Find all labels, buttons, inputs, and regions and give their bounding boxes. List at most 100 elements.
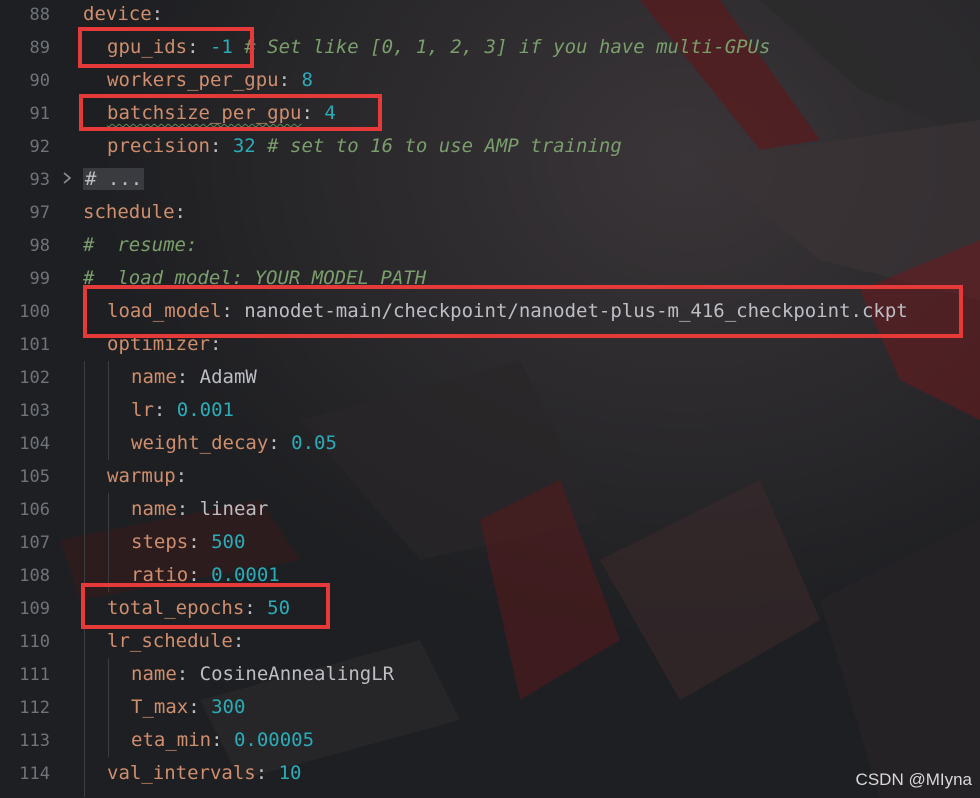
code-text[interactable]: warmup: [107, 463, 187, 489]
indent-guide [108, 493, 109, 592]
yaml-value: linear [199, 498, 269, 520]
line-number: 106 [19, 500, 50, 520]
code-text[interactable]: workers_per_gpu: 8 [107, 67, 313, 93]
line-number: 92 [29, 137, 50, 157]
line-number: 98 [29, 236, 50, 256]
yaml-separator: : [151, 3, 164, 25]
yaml-separator: : [268, 432, 292, 454]
yaml-separator: : [176, 663, 200, 685]
yaml-separator: : [209, 135, 233, 157]
code-line[interactable]: 112 T_max: 300 [0, 693, 980, 726]
yaml-separator: : [153, 399, 177, 421]
code-line[interactable]: 104 weight_decay: 0.05 [0, 429, 980, 462]
yaml-key: precision [107, 135, 210, 157]
yaml-value: 300 [211, 696, 246, 718]
line-number: 110 [19, 632, 50, 652]
line-number: 112 [19, 698, 50, 718]
yaml-value: 500 [211, 531, 246, 553]
yaml-separator: : [232, 630, 245, 652]
yaml-separator: : [176, 366, 200, 388]
code-line[interactable]: 93 # ... [0, 165, 980, 198]
line-number: 100 [19, 302, 50, 322]
folded-region[interactable]: # ... [83, 168, 145, 190]
yaml-key: workers_per_gpu [107, 69, 279, 91]
code-line[interactable]: 102 name: AdamW [0, 363, 980, 396]
code-line[interactable]: 103 lr: 0.001 [0, 396, 980, 429]
yaml-key: T_max [131, 696, 189, 718]
code-line[interactable]: 114 val_intervals: 10 [0, 759, 980, 792]
yaml-separator: : [175, 465, 188, 487]
yaml-value: 10 [278, 762, 302, 784]
line-number: 90 [29, 71, 50, 91]
line-number: 105 [19, 467, 50, 487]
chevron-right-icon[interactable] [62, 170, 72, 189]
yaml-separator: : [188, 531, 212, 553]
highlight-box-total-epochs [81, 583, 330, 629]
line-number: 109 [19, 599, 50, 619]
code-text[interactable]: # resume: [83, 232, 197, 258]
watermark: CSDN @MIyna [855, 770, 972, 789]
yaml-value: 0.00005 [233, 729, 315, 751]
highlight-box-batchsize [79, 94, 382, 131]
yaml-key: name [131, 663, 177, 685]
code-text[interactable]: schedule: [83, 199, 186, 225]
yaml-separator: : [255, 762, 279, 784]
code-line[interactable]: 106 name: linear [0, 495, 980, 528]
yaml-value: AdamW [199, 366, 257, 388]
line-number: 88 [29, 5, 50, 25]
line-number: 91 [29, 104, 50, 124]
line-number: 101 [19, 335, 50, 355]
indent-guide [108, 658, 109, 757]
code-line[interactable]: 111 name: CosineAnnealingLR [0, 660, 980, 693]
yaml-value: 0.05 [291, 432, 337, 454]
yaml-value: 32 [232, 135, 256, 157]
line-number: 103 [19, 401, 50, 421]
code-text[interactable]: name: AdamW [131, 364, 257, 390]
yaml-key: steps [131, 531, 189, 553]
code-text[interactable]: precision: 32 # set to 16 to use AMP tra… [107, 133, 622, 159]
line-number: 93 [29, 170, 50, 190]
line-number: 111 [19, 665, 50, 685]
yaml-separator: : [174, 201, 186, 223]
code-text[interactable]: name: CosineAnnealingLR [131, 661, 394, 687]
code-text[interactable]: device: [83, 1, 163, 27]
code-text[interactable]: val_intervals: 10 [107, 760, 302, 786]
code-line[interactable]: 113 eta_min: 0.00005 [0, 726, 980, 759]
line-number: 104 [19, 434, 50, 454]
yaml-key: schedule [83, 201, 175, 223]
code-text[interactable]: eta_min: 0.00005 [131, 727, 314, 753]
code-line[interactable]: 92 precision: 32 # set to 16 to use AMP t… [0, 132, 980, 165]
code-line[interactable]: 97 schedule: [0, 198, 980, 231]
line-number: 114 [19, 764, 50, 784]
yaml-value: CosineAnnealingLR [199, 663, 395, 685]
yaml-comment: # resume: [83, 234, 198, 256]
highlight-box-load-model [83, 285, 963, 338]
line-number: 113 [19, 731, 50, 751]
code-text[interactable]: lr: 0.001 [131, 397, 234, 423]
yaml-value: 8 [301, 69, 313, 91]
code-text[interactable]: T_max: 300 [131, 694, 245, 720]
highlight-box-gpu-ids [78, 27, 254, 68]
code-text[interactable]: # ... [83, 166, 145, 192]
code-line[interactable]: 98 # resume: [0, 231, 980, 264]
yaml-key: weight_decay [131, 432, 269, 454]
code-text[interactable]: weight_decay: 0.05 [131, 430, 337, 456]
code-line[interactable]: 107 steps: 500 [0, 528, 980, 561]
yaml-value: 0.001 [176, 399, 234, 421]
code-text[interactable]: name: linear [131, 496, 268, 522]
yaml-comment: # Set like [0, 1, 2, 3] if you have mult… [232, 36, 771, 58]
yaml-separator: : [211, 729, 234, 751]
yaml-separator: : [176, 498, 200, 520]
yaml-key: lr [131, 399, 154, 421]
code-line[interactable]: 110 lr_schedule: [0, 627, 980, 660]
line-number: 107 [19, 533, 50, 553]
line-number: 99 [29, 269, 50, 289]
yaml-comment: # set to 16 to use AMP training [255, 135, 622, 157]
line-number: 97 [29, 203, 50, 223]
indent-guide [108, 361, 109, 460]
code-text[interactable]: lr_schedule: [107, 628, 244, 654]
yaml-key: val_intervals [107, 762, 256, 784]
code-line[interactable]: 105 warmup: [0, 462, 980, 495]
code-text[interactable]: steps: 500 [131, 529, 245, 555]
yaml-key: eta_min [131, 729, 212, 751]
